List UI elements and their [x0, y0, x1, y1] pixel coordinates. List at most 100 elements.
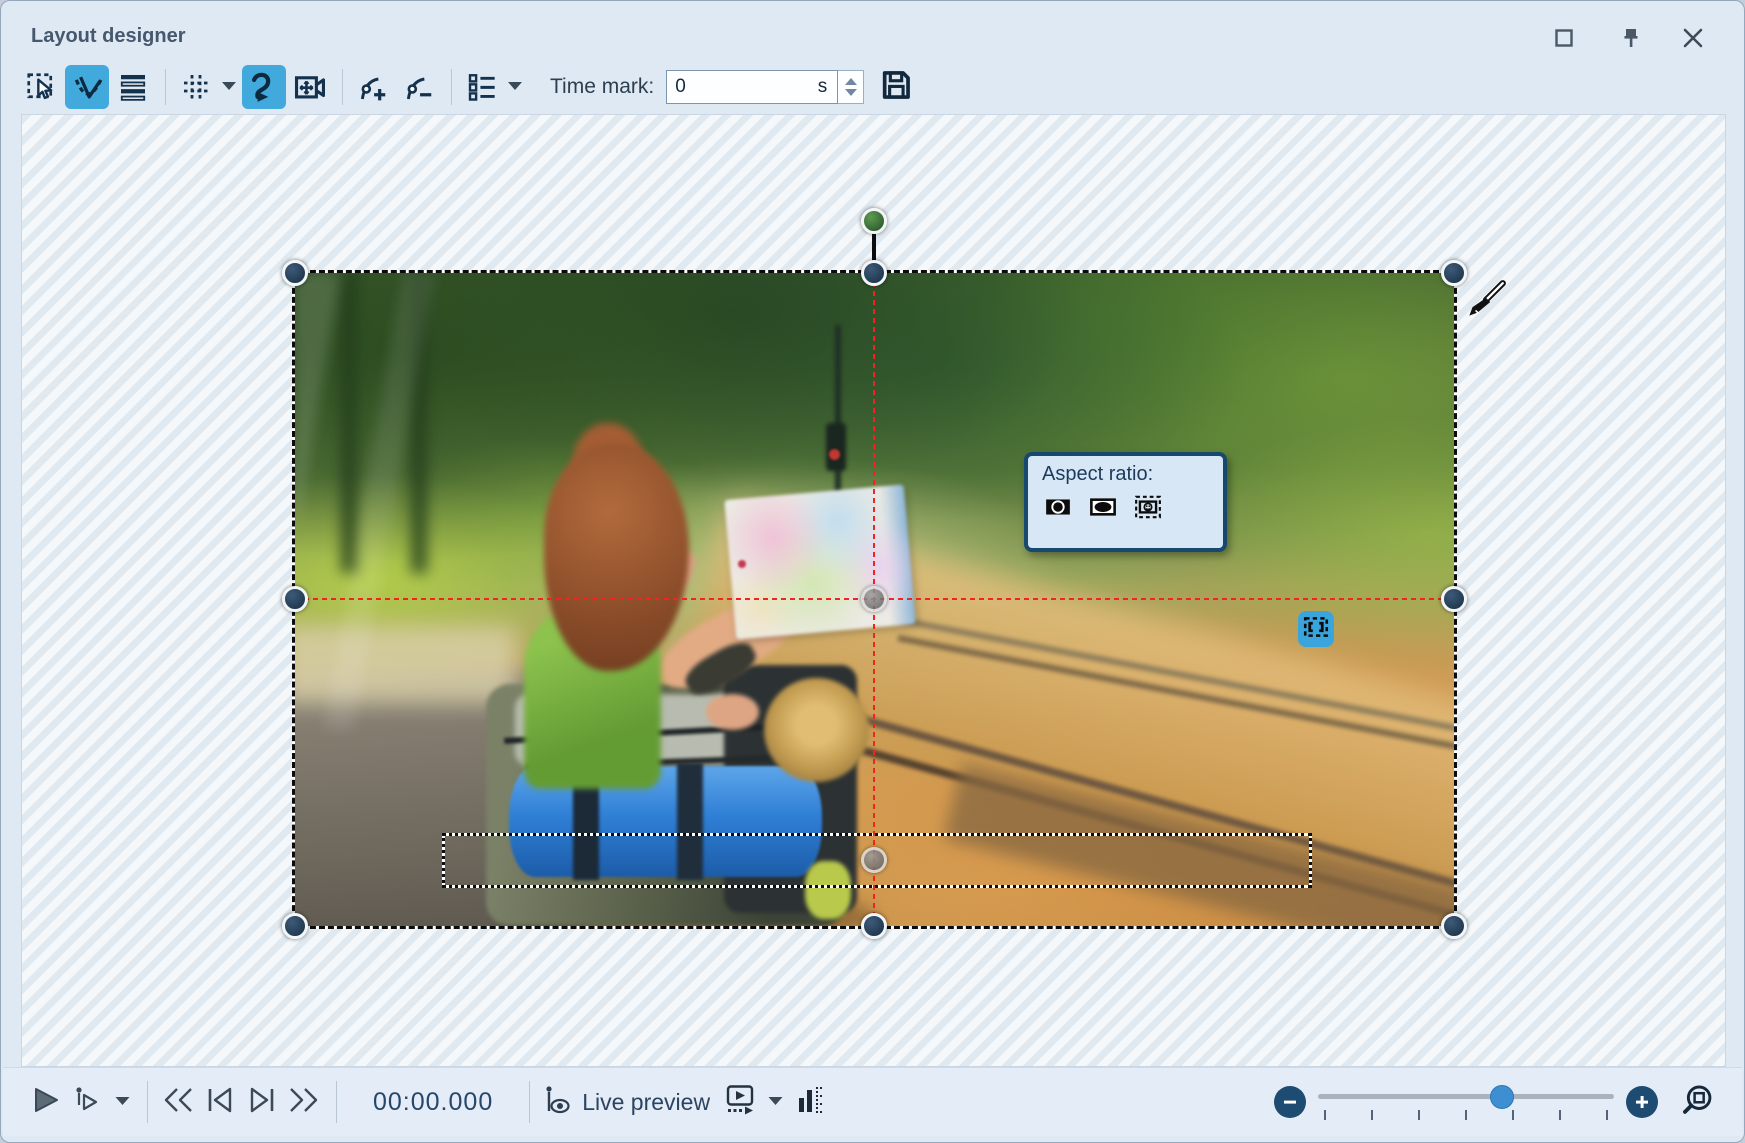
previous-frame-button[interactable] — [200, 1080, 240, 1124]
toolbar: Time mark: s — [19, 61, 1726, 113]
handle-middle-left[interactable] — [282, 586, 308, 612]
handle-top-left[interactable] — [282, 260, 308, 286]
zoom-slider-track[interactable] — [1318, 1094, 1614, 1099]
pin-eye-icon — [542, 1084, 572, 1121]
fit-brackets-icon — [1302, 613, 1330, 646]
preview-window-button[interactable] — [720, 1080, 760, 1124]
handle-middle-right[interactable] — [1441, 586, 1467, 612]
zoom-out-button[interactable] — [1274, 1086, 1306, 1118]
next-frame-button[interactable] — [242, 1080, 282, 1124]
audio-levels-button[interactable] — [790, 1080, 830, 1124]
aspect-original-button[interactable] — [1130, 491, 1166, 527]
paintbrush-cursor — [1462, 278, 1508, 329]
play-from-time-mark-button[interactable] — [67, 1080, 107, 1124]
inner-selection-handle[interactable] — [861, 847, 887, 873]
close-icon — [1682, 27, 1704, 49]
handle-bottom-right[interactable] — [1441, 913, 1467, 939]
zoom-slider[interactable] — [1318, 1082, 1614, 1122]
chevron-down-icon — [222, 78, 236, 96]
skip-end-icon — [247, 1085, 277, 1120]
zoom-slider-thumb[interactable] — [1490, 1085, 1514, 1109]
time-mark-unit: s — [818, 76, 838, 98]
chevron-down-icon — [508, 78, 522, 96]
maximize-button[interactable] — [1547, 23, 1581, 53]
keyframe-list-dropdown[interactable] — [506, 65, 524, 109]
curve-points-icon — [70, 70, 104, 104]
live-preview-toggle[interactable] — [540, 1080, 574, 1124]
add-node-tool[interactable] — [351, 65, 395, 109]
go-to-end-button[interactable] — [284, 1080, 324, 1124]
skip-start-icon — [205, 1085, 235, 1120]
time-mark-input[interactable] — [667, 75, 797, 99]
close-button[interactable] — [1676, 23, 1710, 53]
monitor-play-icon — [724, 1084, 756, 1121]
remove-node-tool[interactable] — [397, 65, 441, 109]
maximize-icon — [1554, 28, 1574, 48]
time-display: 00:00.000 — [373, 1088, 493, 1117]
zoom-fit-icon — [1681, 1083, 1715, 1122]
node-plus-icon — [357, 71, 389, 103]
aspect-fit-button[interactable] — [1298, 611, 1334, 647]
layout-canvas[interactable]: Aspect ratio: — [21, 114, 1726, 1067]
pin-play-icon — [72, 1085, 102, 1120]
grid-options-dropdown[interactable] — [220, 65, 238, 109]
fast-forward-icon — [288, 1085, 320, 1120]
aspect-ratio-popup: Aspect ratio: — [1024, 452, 1227, 552]
live-preview-label: Live preview — [582, 1089, 710, 1116]
path-animation-tool[interactable] — [242, 65, 286, 109]
levels-icon — [795, 1084, 825, 1121]
separator — [147, 1081, 148, 1123]
minus-icon — [1282, 1094, 1298, 1110]
handle-top-center[interactable] — [861, 260, 887, 286]
separator — [529, 1081, 530, 1123]
pin-icon — [1620, 27, 1642, 49]
play-options-dropdown[interactable] — [109, 1080, 135, 1124]
pin-button[interactable] — [1614, 23, 1648, 53]
handle-center[interactable] — [861, 586, 887, 612]
select-tool[interactable] — [19, 65, 63, 109]
handle-bottom-left[interactable] — [282, 913, 308, 939]
titlebar: Layout designer — [1, 1, 1744, 59]
zoom-fit-button[interactable] — [1676, 1080, 1720, 1124]
play-button[interactable] — [25, 1080, 65, 1124]
chevron-down-icon — [768, 1093, 783, 1111]
handle-bottom-center[interactable] — [861, 913, 887, 939]
separator — [342, 69, 343, 105]
window-title: Layout designer — [31, 25, 185, 48]
spline-arrow-icon — [247, 70, 281, 104]
rotation-handle[interactable] — [861, 208, 887, 234]
aspect-ratio-label: Aspect ratio: — [1042, 463, 1223, 486]
selection-cursor-icon — [25, 71, 57, 103]
transport-bar: 00:00.000 Live preview — [3, 1067, 1742, 1136]
layers-icon — [117, 71, 149, 103]
save-icon — [879, 68, 913, 107]
zoom-in-button[interactable] — [1626, 1086, 1658, 1118]
node-minus-icon — [403, 71, 435, 103]
layers-tool[interactable] — [111, 65, 155, 109]
separator — [165, 69, 166, 105]
aspect-stretch-button[interactable] — [1085, 491, 1121, 527]
chevron-down-icon — [115, 1093, 130, 1111]
play-icon — [30, 1085, 60, 1120]
layout-designer-window: Layout designer — [0, 0, 1745, 1143]
time-mark-spinner — [838, 70, 864, 104]
grid-icon — [180, 71, 212, 103]
stretch-ellipse-icon — [1089, 493, 1117, 526]
keyframe-list-tool[interactable] — [460, 65, 504, 109]
camera-pan-icon — [293, 70, 327, 104]
preview-options-dropdown[interactable] — [762, 1080, 788, 1124]
time-mark-field: s — [666, 70, 838, 104]
spinner-down-button[interactable] — [845, 89, 857, 96]
separator — [336, 1081, 337, 1123]
save-layout-button[interactable] — [876, 67, 916, 107]
aspect-crop-button[interactable] — [1040, 491, 1076, 527]
separator — [451, 69, 452, 105]
keyframe-list-icon — [466, 71, 498, 103]
edit-points-tool[interactable] — [65, 65, 109, 109]
camera-view-tool[interactable] — [288, 65, 332, 109]
plus-icon — [1634, 1094, 1650, 1110]
rewind-icon — [162, 1085, 194, 1120]
grid-tool[interactable] — [174, 65, 218, 109]
go-to-start-button[interactable] — [158, 1080, 198, 1124]
spinner-up-button[interactable] — [845, 78, 857, 85]
